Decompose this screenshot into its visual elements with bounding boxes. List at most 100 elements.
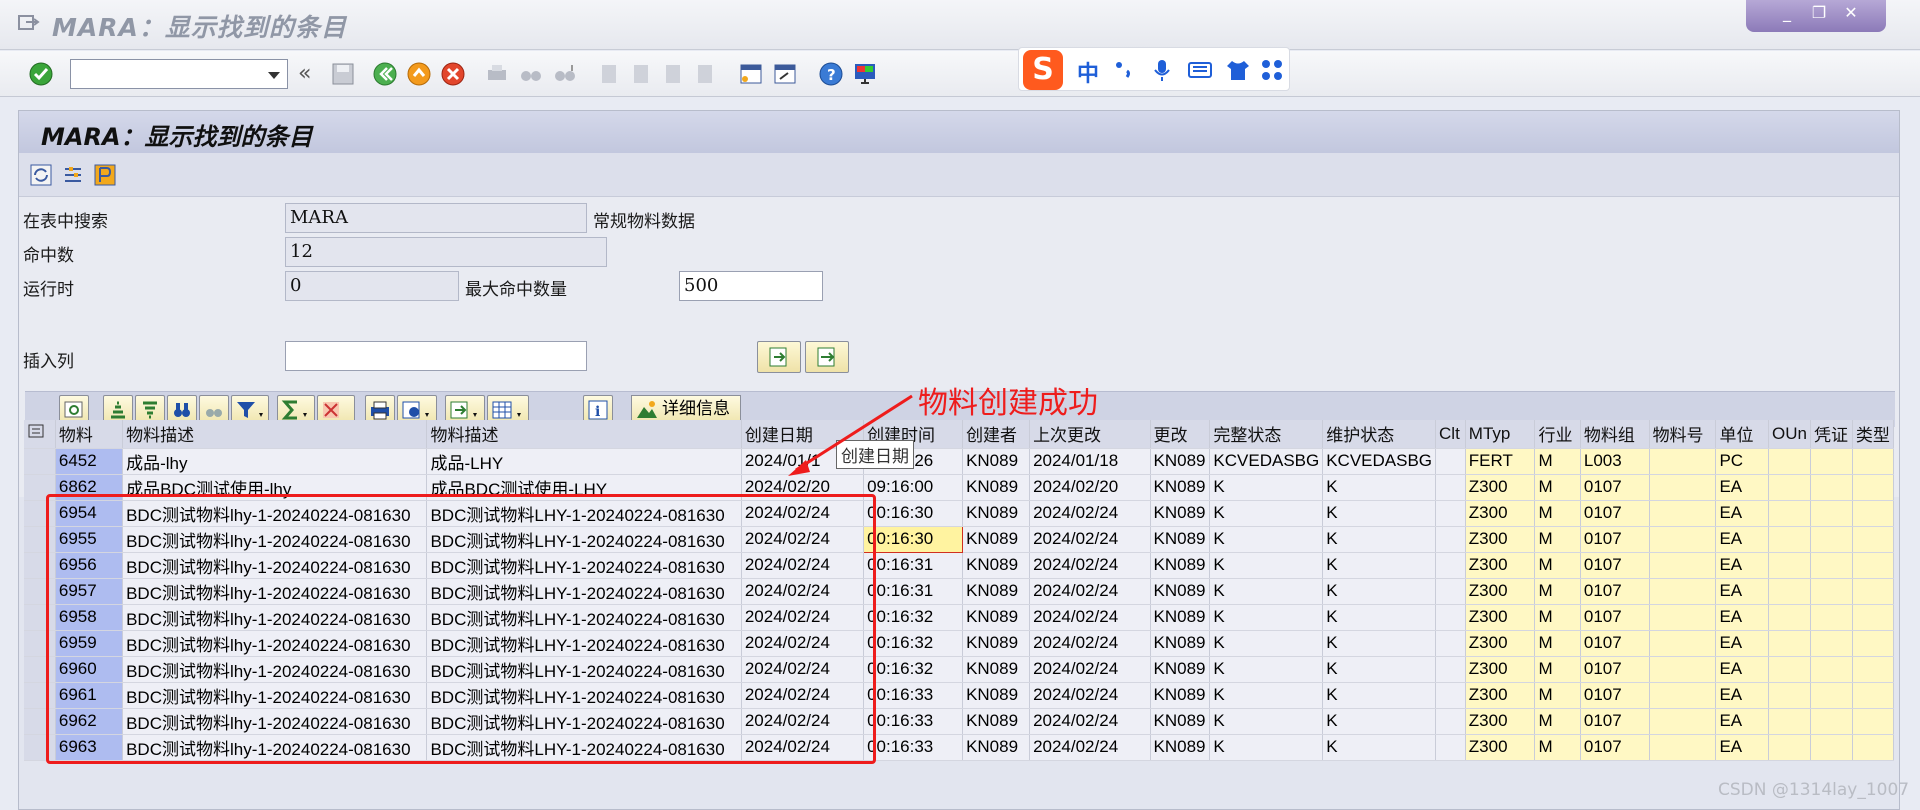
table-cell[interactable]: KN089 [962, 682, 1031, 709]
table-cell[interactable]: KN089 [962, 500, 1031, 527]
find-button[interactable] [167, 395, 197, 423]
table-cell[interactable] [1435, 448, 1466, 475]
new-session-icon[interactable] [738, 61, 764, 87]
table-cell[interactable]: 00:16:32 [863, 604, 964, 631]
insert-column-field[interactable] [285, 341, 587, 371]
info-button[interactable]: i [583, 395, 613, 423]
table-cell[interactable] [1435, 708, 1466, 735]
table-cell[interactable]: M [1534, 604, 1581, 631]
table-cell[interactable]: M [1534, 448, 1581, 475]
table-cell[interactable]: K [1209, 604, 1324, 631]
table-cell[interactable] [1852, 552, 1895, 579]
table-cell[interactable]: KN089 [1150, 630, 1211, 657]
table-cell[interactable]: EA [1715, 630, 1769, 657]
column-header[interactable]: 创建者 [962, 420, 1031, 449]
table-cell[interactable]: EA [1715, 656, 1769, 683]
table-cell[interactable]: 2024/02/24 [1029, 708, 1151, 735]
table-cell[interactable]: PC [1715, 448, 1769, 475]
table-cell[interactable]: EA [1715, 526, 1769, 553]
table-cell[interactable]: KN089 [962, 734, 1031, 761]
table-cell[interactable] [1852, 682, 1895, 709]
table-cell[interactable] [1649, 656, 1717, 683]
table-cell[interactable]: KN089 [962, 448, 1031, 475]
back-icon[interactable] [372, 61, 398, 87]
table-cell[interactable] [1810, 474, 1853, 501]
table-cell[interactable] [1768, 630, 1811, 657]
table-cell[interactable]: 2024/02/24 [1029, 578, 1151, 605]
refresh-icon[interactable] [29, 163, 53, 187]
total-button[interactable] [277, 395, 315, 423]
sort-ascending-button[interactable] [103, 395, 133, 423]
column-header[interactable]: 物料描述 [426, 420, 742, 449]
table-cell[interactable]: K [1209, 630, 1324, 657]
table-cell[interactable]: M [1534, 578, 1581, 605]
table-cell[interactable] [1649, 474, 1717, 501]
table-cell[interactable]: 2024/02/24 [1029, 526, 1151, 553]
column-header[interactable]: OUn [1768, 420, 1811, 449]
table-cell[interactable]: K [1322, 656, 1437, 683]
column-header[interactable]: 类型 [1852, 420, 1895, 449]
table-cell[interactable]: 0107 [1580, 630, 1650, 657]
first-page-icon[interactable] [596, 61, 622, 87]
table-cell[interactable] [1649, 604, 1717, 631]
table-cell[interactable] [1768, 526, 1811, 553]
table-cell[interactable]: K [1322, 734, 1437, 761]
table-cell[interactable]: 2024/02/24 [1029, 630, 1151, 657]
table-cell[interactable] [1768, 734, 1811, 761]
table-cell[interactable]: 成品-lhy [122, 448, 428, 475]
runtime-field[interactable]: 0 [285, 271, 459, 301]
subtotal-button[interactable] [317, 395, 355, 423]
table-cell[interactable]: KN089 [962, 526, 1031, 553]
table-cell[interactable]: K [1209, 708, 1324, 735]
table-cell[interactable] [1435, 682, 1466, 709]
table-cell[interactable]: Z300 [1465, 604, 1536, 631]
column-header[interactable]: MTyp [1465, 420, 1536, 449]
table-cell[interactable] [1649, 734, 1717, 761]
filter-button[interactable] [231, 395, 269, 423]
toolbox-grid-icon[interactable] [1259, 57, 1285, 83]
column-header[interactable]: 单位 [1715, 420, 1769, 449]
table-cell[interactable]: 0107 [1580, 734, 1650, 761]
table-cell[interactable] [1768, 682, 1811, 709]
table-cell[interactable]: KN089 [962, 552, 1031, 579]
table-cell[interactable]: KN089 [1150, 526, 1211, 553]
table-cell[interactable]: 00:16:30 [863, 500, 964, 527]
table-cell[interactable]: K [1209, 526, 1324, 553]
table-cell[interactable]: 0107 [1580, 656, 1650, 683]
skin-shirt-icon[interactable] [1225, 57, 1251, 83]
table-cell[interactable]: 2024/02/20 [1029, 474, 1151, 501]
table-cell[interactable] [1852, 656, 1895, 683]
table-cell[interactable]: K [1322, 474, 1437, 501]
table-cell[interactable]: 0107 [1580, 682, 1650, 709]
table-cell[interactable]: 6452 [55, 448, 124, 475]
detail-view-button[interactable] [59, 395, 89, 423]
table-cell[interactable] [1435, 630, 1466, 657]
table-cell[interactable] [1852, 526, 1895, 553]
table-cell[interactable]: KN089 [962, 656, 1031, 683]
table-cell[interactable]: Z300 [1465, 578, 1536, 605]
table-cell[interactable]: EA [1715, 682, 1769, 709]
table-cell[interactable] [1435, 578, 1466, 605]
settings-icon[interactable] [61, 163, 85, 187]
table-cell[interactable]: KN089 [1150, 552, 1211, 579]
insert-column-button[interactable] [757, 341, 801, 373]
table-cell[interactable]: 00:16:33 [863, 734, 964, 761]
insert-all-columns-button[interactable] [805, 341, 849, 373]
table-cell[interactable] [1649, 630, 1717, 657]
table-cell[interactable] [1435, 656, 1466, 683]
search-table-field[interactable]: MARA [285, 203, 587, 233]
hits-field[interactable]: 12 [285, 237, 607, 267]
table-cell[interactable] [1810, 552, 1853, 579]
table-cell[interactable] [1649, 500, 1717, 527]
table-cell[interactable]: 2024/02/24 [1029, 656, 1151, 683]
table-cell[interactable] [1435, 604, 1466, 631]
max-hits-field[interactable]: 500 [679, 271, 823, 301]
table-cell[interactable]: 0107 [1580, 526, 1650, 553]
table-cell[interactable]: M [1534, 526, 1581, 553]
save-icon[interactable] [330, 61, 356, 87]
table-cell[interactable]: 2024/02/24 [1029, 552, 1151, 579]
restore-button[interactable]: ❐ [1806, 2, 1832, 24]
column-header[interactable]: 物料组 [1580, 420, 1650, 449]
table-cell[interactable]: M [1534, 682, 1581, 709]
table-cell[interactable]: KN089 [1150, 448, 1211, 475]
